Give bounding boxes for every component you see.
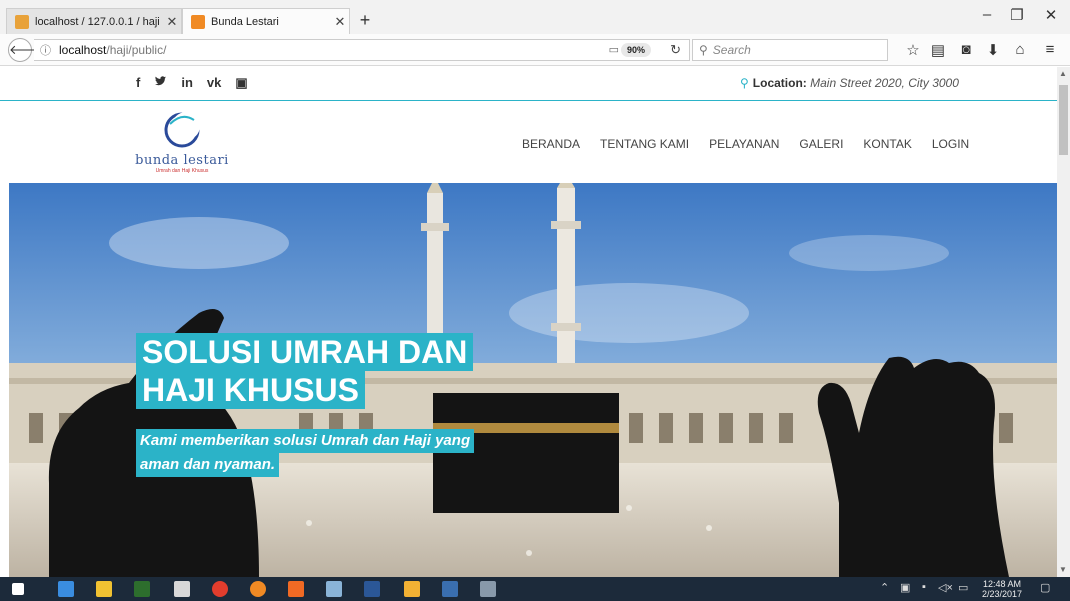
tray-chevron-icon[interactable]: ⌃: [880, 581, 889, 594]
restore-button[interactable]: ❐: [1002, 6, 1032, 24]
back-button[interactable]: 🡐: [8, 38, 44, 62]
top-info-bar: f in vk ▣ ⚲ Location: Main Street 2020, C…: [0, 67, 1057, 101]
instagram-icon[interactable]: ▣: [235, 75, 247, 91]
phpmyadmin-favicon-icon: [15, 14, 29, 29]
map-pin-icon: ⚲: [740, 76, 749, 90]
minimize-button[interactable]: –: [972, 6, 1002, 23]
hero-title-line1: SOLUSI UMRAH DAN: [136, 333, 474, 371]
hero-subtitle-line2: aman dan nyaman.: [136, 453, 280, 477]
clock-time: 12:48 AM: [983, 579, 1022, 589]
navigation-bar: 🡐 ⓘ localhost/haji/public/ ▭ 90% ↻ ⚲ Sea…: [0, 34, 1070, 66]
vk-icon[interactable]: vk: [207, 75, 221, 91]
close-window-button[interactable]: ✕: [1036, 6, 1066, 24]
tab-phpmyadmin[interactable]: localhost / 127.0.0.1 / haji ... ✕: [6, 8, 182, 34]
explorer-icon[interactable]: [442, 581, 458, 597]
dreamweaver-icon[interactable]: [134, 581, 150, 597]
tab-label: Bunda Lestari: [211, 15, 279, 28]
bookmarks-library-icon[interactable]: ▤: [928, 41, 948, 59]
url-bar[interactable]: ⓘ localhost/haji/public/ ▭ 90% ↻: [34, 39, 690, 61]
menu-item-galeri[interactable]: GALERI: [799, 137, 843, 151]
reader-view-icon[interactable]: ▭: [609, 43, 619, 56]
keyboard-icon[interactable]: ▭: [958, 581, 968, 594]
system-clock[interactable]: 12:48 AM 2/23/2017: [982, 579, 1022, 599]
menu-item-beranda[interactable]: BERANDA: [522, 137, 580, 151]
store-icon[interactable]: [58, 581, 74, 597]
page-scrollbar[interactable]: ▲ ▼: [1057, 67, 1070, 577]
search-placeholder: Search: [712, 43, 751, 57]
linkedin-icon[interactable]: in: [181, 75, 193, 91]
site-logo[interactable]: bunda lestari Umrah dan Haji Khusus: [132, 110, 232, 176]
search-icon: ⚲: [699, 43, 708, 57]
scroll-up-icon[interactable]: ▲: [1059, 69, 1067, 78]
main-menu: BERANDA TENTANG KAMI PELAYANAN GALERI KO…: [522, 137, 989, 151]
hero-subtitle: Kami memberikan solusi Umrah dan Haji ya…: [136, 429, 475, 477]
twitter-icon[interactable]: [154, 75, 167, 91]
menu-item-login[interactable]: LOGIN: [932, 137, 969, 151]
bookmark-star-icon[interactable]: ☆: [903, 41, 923, 59]
reload-icon[interactable]: ↻: [670, 42, 681, 58]
hero-title-line2: HAJI KHUSUS: [136, 371, 365, 409]
social-links: f in vk ▣: [136, 75, 248, 91]
scroll-down-icon[interactable]: ▼: [1059, 565, 1067, 574]
site-header: bunda lestari Umrah dan Haji Khusus BERA…: [0, 102, 1057, 183]
location-value: Main Street 2020, City 3000: [810, 76, 959, 90]
info-icon[interactable]: ⓘ: [40, 42, 51, 58]
zoom-level-badge[interactable]: 90%: [620, 43, 651, 57]
menu-item-tentang-kami[interactable]: TENTANG KAMI: [600, 137, 689, 151]
firefox-icon[interactable]: [250, 581, 266, 597]
clock-date: 2/23/2017: [982, 589, 1023, 599]
tab-bar: localhost / 127.0.0.1 / haji ... ✕ Bunda…: [0, 0, 1070, 34]
location-label: Location:: [752, 76, 807, 90]
crescent-logo-icon: [164, 112, 200, 148]
menu-item-pelayanan[interactable]: PELAYANAN: [709, 137, 779, 151]
url-path: /haji/public/: [106, 43, 167, 57]
close-tab-icon[interactable]: ✕: [163, 14, 181, 30]
web-page: f in vk ▣ ⚲ Location: Main Street 2020, C…: [0, 67, 1057, 577]
site-favicon-icon: [191, 14, 205, 29]
notifications-icon[interactable]: ▢: [1040, 581, 1050, 594]
hero-banner: SOLUSI UMRAH DAN HAJI KHUSUS Kami member…: [9, 183, 1057, 577]
windows-taskbar: ⌃ ▣ ▪ ◁× ▭ 12:48 AM 2/23/2017 ▢: [0, 577, 1070, 601]
notepad-icon[interactable]: [326, 581, 342, 597]
new-tab-button[interactable]: +: [352, 8, 378, 32]
network-icon[interactable]: ▣: [900, 581, 910, 594]
tool-icon[interactable]: [480, 581, 496, 597]
url-host: localhost: [59, 43, 107, 57]
chrome-icon[interactable]: [212, 581, 228, 597]
volume-icon[interactable]: ◁×: [938, 581, 953, 594]
tab-bunda-lestari[interactable]: Bunda Lestari ✕: [182, 8, 350, 34]
browser-window: localhost / 127.0.0.1 / haji ... ✕ Bunda…: [0, 0, 1070, 601]
home-icon[interactable]: ⌂: [1010, 41, 1030, 58]
location-info: ⚲ Location: Main Street 2020, City 3000: [740, 76, 959, 90]
pocket-icon[interactable]: ◙: [956, 41, 976, 58]
tab-label: localhost / 127.0.0.1 / haji ...: [35, 15, 163, 28]
menu-item-kontak[interactable]: KONTAK: [863, 137, 911, 151]
logo-name: bunda lestari: [135, 153, 229, 168]
app-icon[interactable]: [288, 581, 304, 597]
start-icon[interactable]: [12, 583, 24, 595]
word-icon[interactable]: [364, 581, 380, 597]
scrollbar-thumb[interactable]: [1059, 85, 1068, 155]
downloads-icon[interactable]: ⬇: [983, 41, 1003, 59]
hero-title: SOLUSI UMRAH DAN HAJI KHUSUS: [136, 333, 474, 409]
hero-subtitle-line1: Kami memberikan solusi Umrah dan Haji ya…: [136, 429, 475, 453]
file-explorer-icon[interactable]: [96, 581, 112, 597]
menu-icon[interactable]: ≡: [1040, 41, 1060, 58]
close-tab-icon[interactable]: ✕: [331, 14, 349, 30]
logo-tagline: Umrah dan Haji Khusus: [155, 168, 209, 174]
paint-icon[interactable]: [174, 581, 190, 597]
photos-icon[interactable]: [404, 581, 420, 597]
tray-app-icon[interactable]: ▪: [922, 581, 926, 593]
search-input[interactable]: ⚲ Search: [692, 39, 888, 61]
facebook-icon[interactable]: f: [136, 75, 140, 91]
